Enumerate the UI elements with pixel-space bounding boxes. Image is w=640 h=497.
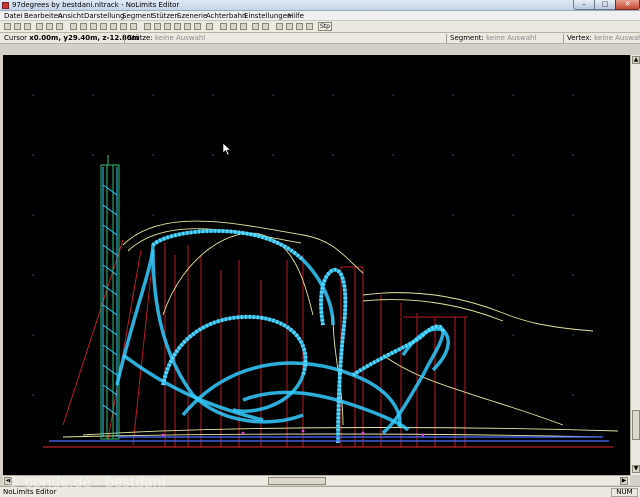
cursor-value: x0.00m, y29.40m, z-12.80m [29, 34, 139, 42]
maximize-button[interactable]: □ [594, 0, 616, 10]
simulate-icon[interactable] [306, 23, 313, 30]
step-button[interactable]: Stp [318, 22, 332, 31]
vertex-readout: Vertex: keine Auswahl [567, 33, 640, 43]
menu-achterbahn[interactable]: Achterbahn [206, 12, 247, 20]
app-icon [2, 2, 9, 9]
open-file-icon[interactable] [14, 23, 21, 30]
horizontal-scroll-thumb[interactable] [268, 477, 326, 485]
track-train-icon[interactable] [100, 23, 107, 30]
cursor-readout: Cursor x0.00m, y29.40m, z-12.80m [4, 33, 139, 43]
editor-viewport[interactable] [3, 55, 630, 475]
station-icon[interactable] [110, 23, 117, 30]
segment-value: keine Auswahl [486, 34, 537, 42]
scroll-right-icon[interactable]: ▶ [620, 477, 628, 485]
segment-readout: Segment: keine Auswahl [450, 33, 536, 43]
minimize-button[interactable]: – [573, 0, 595, 10]
lift-tower [100, 155, 120, 440]
scenery-icon[interactable] [252, 23, 259, 30]
menu-ansicht[interactable]: Ansicht [58, 12, 84, 20]
view-icon[interactable] [194, 23, 201, 30]
divider [124, 34, 125, 43]
scroll-down-icon[interactable]: ▼ [632, 465, 640, 473]
watermark: © opride.de - bestdani [6, 475, 166, 491]
cursor-label: Cursor [4, 34, 28, 42]
menu-stuetzen[interactable]: Stützen [152, 12, 179, 20]
redo-icon[interactable] [56, 23, 63, 30]
track-wireframe [32, 94, 619, 448]
test-icon[interactable] [296, 23, 303, 30]
vertex-value: keine Auswahl [594, 34, 640, 42]
remove-vertex-icon[interactable] [154, 23, 161, 30]
viewport-frame [0, 44, 640, 55]
menu-szenerie[interactable]: Szenerie [177, 12, 207, 20]
vertex-label: Vertex: [567, 34, 592, 42]
vertical-scroll-thumb[interactable] [632, 410, 640, 440]
mouse-pointer [222, 142, 232, 156]
menu-bar: Datei Bearbeiten Ansicht Darstellung Seg… [0, 11, 640, 21]
add-vertex-icon[interactable] [144, 23, 151, 30]
stuetze-label: Stütze: [128, 34, 153, 42]
stuetze-readout: Stütze: keine Auswahl [128, 33, 205, 43]
menu-segment[interactable]: Segment [122, 12, 154, 20]
menu-bearbeiten[interactable]: Bearbeiten [24, 12, 62, 20]
main-track [115, 229, 450, 444]
menu-hilfe[interactable]: Hilfe [288, 12, 304, 20]
divider [446, 34, 447, 43]
support-edit-icon[interactable] [240, 23, 247, 30]
play-icon[interactable] [286, 23, 293, 30]
vertical-scrollbar[interactable]: ▲ ▼ [630, 55, 640, 475]
menu-einstellungen[interactable]: Einstellungen [244, 12, 291, 20]
warning-icon[interactable] [206, 23, 213, 30]
scroll-up-icon[interactable]: ▲ [632, 56, 640, 64]
menu-darstellung[interactable]: Darstellung [84, 12, 124, 20]
close-button[interactable]: ✕ [615, 0, 640, 10]
scenery-add-icon[interactable] [262, 23, 269, 30]
track-segment-icon[interactable] [80, 23, 87, 30]
tool-icon[interactable] [164, 23, 171, 30]
new-file-icon[interactable] [4, 23, 11, 30]
track-bend-icon[interactable] [90, 23, 97, 30]
title-bar: 97degrees by bestdani.nltrack - NoLimits… [0, 0, 640, 11]
cut-icon[interactable] [36, 23, 43, 30]
settings-icon[interactable] [184, 23, 191, 30]
menu-datei[interactable]: Datei [4, 12, 23, 20]
toolbar: Stp [0, 21, 640, 33]
support-add-icon[interactable] [230, 23, 237, 30]
save-icon[interactable] [24, 23, 31, 30]
lift-icon[interactable] [130, 23, 137, 30]
info-bar: Cursor x0.00m, y29.40m, z-12.80m Stütze:… [0, 33, 640, 44]
camera-icon[interactable] [276, 23, 283, 30]
track-details [49, 436, 609, 442]
grid-icon[interactable] [174, 23, 181, 30]
track-view-icon[interactable] [70, 23, 77, 30]
divider [563, 34, 564, 43]
segment-label: Segment: [450, 34, 484, 42]
stuetze-value: keine Auswahl [154, 34, 206, 42]
lift-track [102, 167, 118, 437]
window-title: 97degrees by bestdani.nltrack - NoLimits… [12, 1, 180, 9]
undo-icon[interactable] [46, 23, 53, 30]
support-icon[interactable] [220, 23, 227, 30]
brake-icon[interactable] [120, 23, 127, 30]
num-lock-indicator: NUM [611, 488, 638, 497]
